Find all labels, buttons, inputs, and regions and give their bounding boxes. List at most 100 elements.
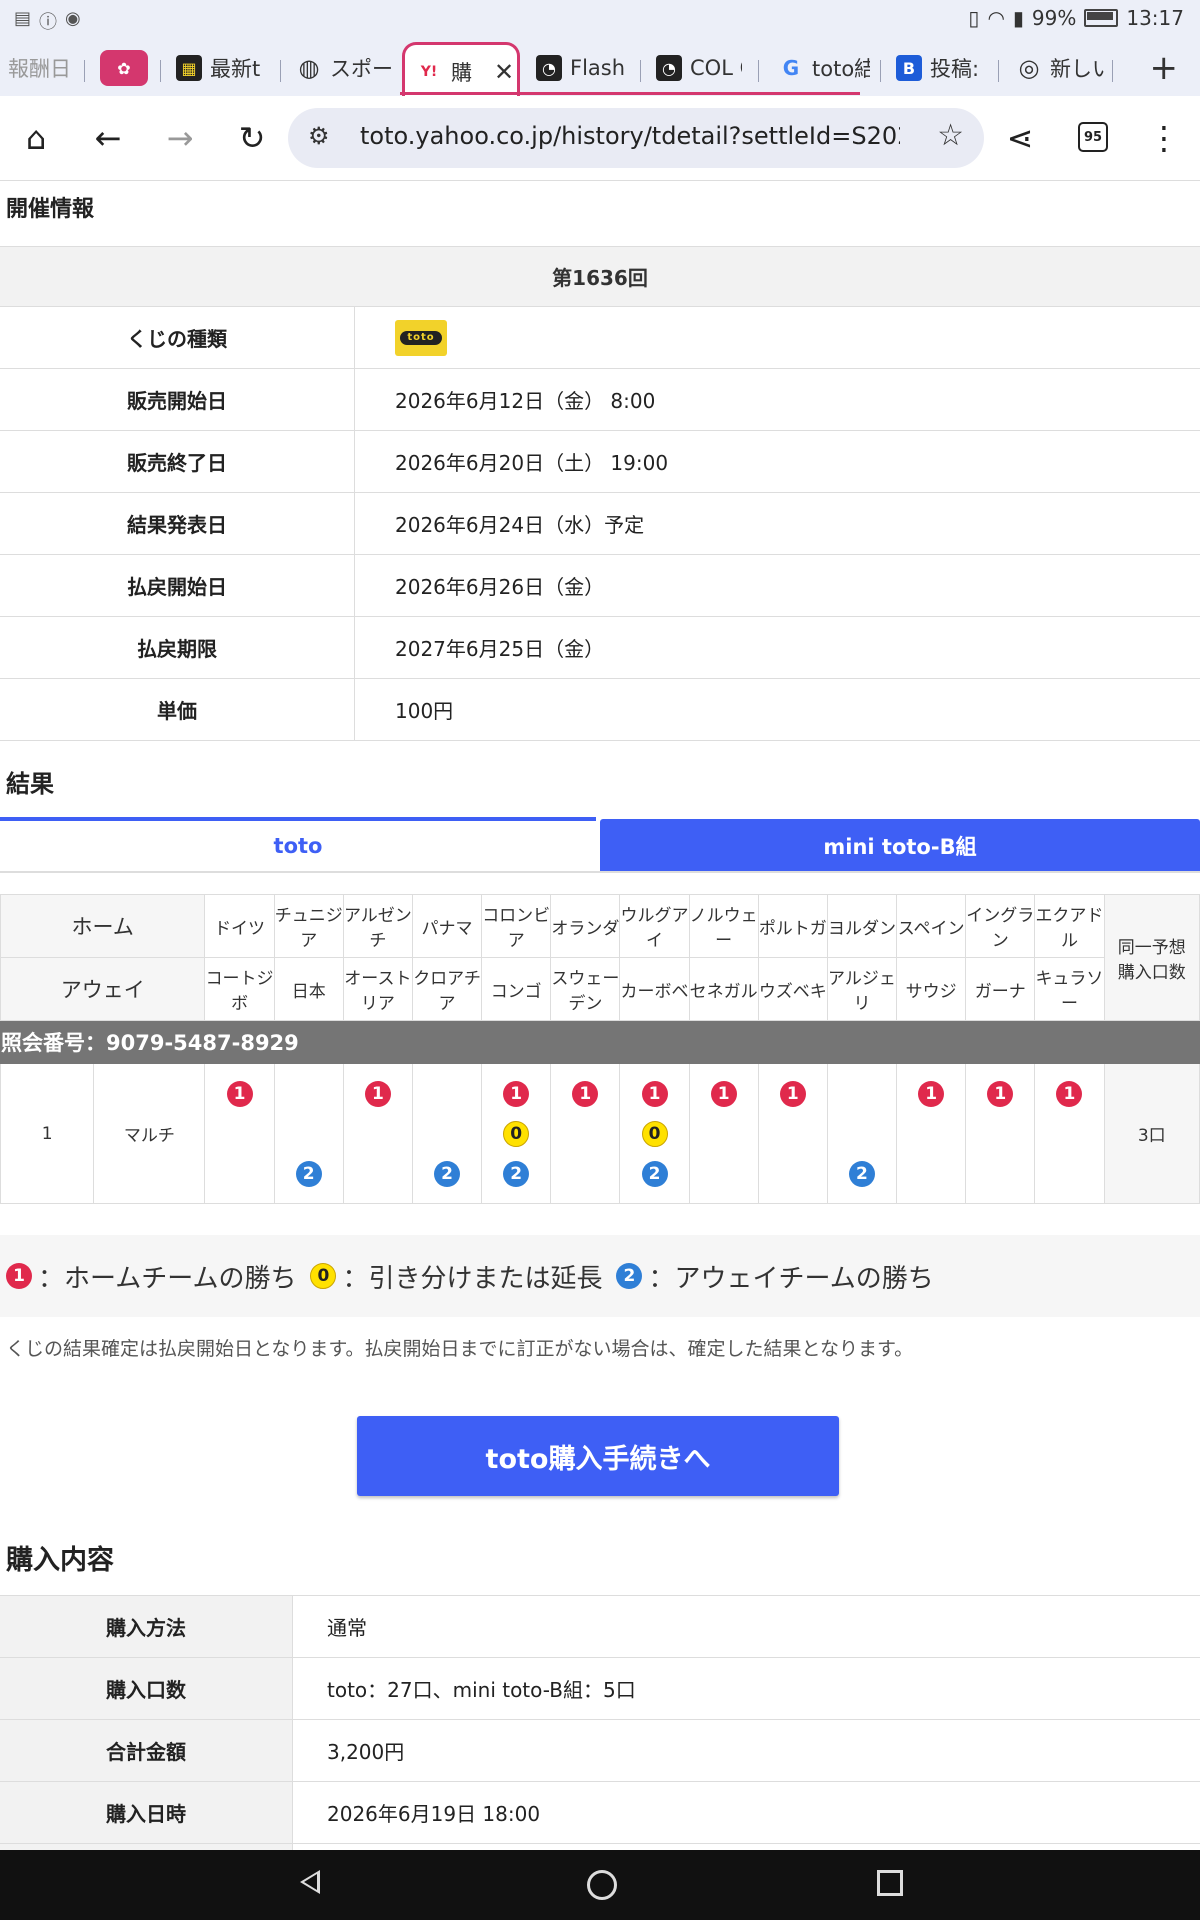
home-team: ヨルダン (826, 894, 898, 958)
home-team: オランダ (550, 894, 621, 958)
nav-home-icon[interactable] (587, 1870, 617, 1900)
nav-back-icon[interactable] (300, 1870, 320, 1894)
away-team: ガーナ (965, 957, 1036, 1021)
purchase-value: toto：27口、mini toto-B組：5口 (292, 1657, 1200, 1720)
tab-count-button[interactable]: 95 (1078, 122, 1108, 152)
tab-10[interactable]: ◎ 新しい (1016, 46, 1104, 90)
menu-icon[interactable]: ⋮ (1144, 118, 1184, 158)
result-grid: ホーム ドイツ チュニジア アルゼンチ パナマ コロンビア オランダ ウルグアイ… (0, 894, 1200, 1204)
blog-icon: B (896, 55, 922, 81)
away-team: セネガル (688, 957, 759, 1021)
chrome-icon: ◎ (1018, 54, 1040, 82)
away-team: カーボベ (619, 957, 690, 1021)
away-team: コートジボ (204, 957, 275, 1021)
reference-number: 照会番号：9079-5487-8929 (0, 1020, 1200, 1064)
share-icon[interactable]: ⋖ (1000, 118, 1040, 158)
same-count-label-1: 同一予想 (1117, 937, 1186, 958)
page-content: 開催情報 第1636回 くじの種類 toto 販売開始日 2026年6月12日（金… (0, 181, 1200, 1850)
tab-5-active[interactable]: Y! 購 ✕ (402, 42, 520, 99)
draw-badge: 0 (310, 1263, 337, 1289)
round-number: 第1636回 (0, 246, 1200, 307)
legend-away-win: ：アウェイチームの勝ち (648, 1263, 934, 1294)
reload-icon[interactable]: ↻ (232, 118, 272, 158)
url-text[interactable]: toto.yahoo.co.jp/history/tdetail?settleI… (360, 122, 900, 150)
home-team: パナマ (411, 894, 483, 958)
away-team: アルジェリ (826, 957, 898, 1021)
home-team: スペイン (896, 894, 967, 958)
kaisai-label: 払戻開始日 (0, 554, 355, 617)
tab-6[interactable]: ◔ Flash (536, 46, 636, 90)
nav-recents-icon[interactable] (877, 1870, 903, 1896)
battery-text: 99% (1031, 6, 1077, 30)
home-team: アルゼンチ (342, 894, 413, 958)
tab-2[interactable]: ✿ (100, 46, 150, 90)
kaisai-label: くじの種類 (0, 306, 355, 369)
tab-1[interactable]: 報酬日 (8, 46, 76, 90)
tab-title: 最新t (210, 57, 261, 81)
away-team: コンゴ (481, 957, 552, 1021)
tab-8[interactable]: Gtoto結 (778, 46, 870, 90)
pick-cell: 1 (896, 1063, 967, 1204)
home-win-badge: 1 (503, 1080, 530, 1107)
kaisai-label: 結果発表日 (0, 492, 355, 555)
away-team: 日本 (273, 957, 344, 1021)
purchase-table: 購入方法 通常 購入口数 toto：27口、mini toto-B組：5口 合計金額… (0, 1595, 1200, 1850)
tab-group-line (400, 92, 860, 95)
purchase-label: 合計金額 (0, 1719, 293, 1782)
globe-icon: ◍ (298, 54, 320, 82)
close-icon[interactable]: ✕ (494, 58, 514, 86)
away-win-badge: 2 (616, 1263, 643, 1289)
tab-7[interactable]: ◔ COL C (656, 46, 742, 90)
status-right: ▯ ◠ ▮ 99% 13:17 (968, 6, 1184, 30)
tab-4[interactable]: ◍ スポー (296, 46, 394, 90)
tab-separator (640, 60, 641, 82)
tab-separator (160, 60, 161, 82)
status-bar: ▤ ⓘ ◉ ▯ ◠ ▮ 99% 13:17 (0, 0, 1200, 38)
tab-mini-toto-b[interactable]: mini toto-B組 (600, 819, 1200, 873)
forward-icon[interactable]: → (160, 118, 200, 158)
new-tab-icon[interactable]: + (1150, 48, 1179, 88)
home-win-badge: 1 (918, 1080, 945, 1107)
away-team: オーストリア (342, 957, 413, 1021)
draw-badge: 0 (503, 1120, 530, 1147)
tab-9[interactable]: B 投稿: (896, 46, 992, 90)
star-icon[interactable]: ☆ (937, 118, 964, 153)
col-icon: ◔ (656, 55, 682, 81)
legend-home-win: ：ホームチームの勝ち (38, 1263, 297, 1294)
kaisai-label: 払戻期限 (0, 616, 355, 679)
toto-logo-text: toto (400, 330, 442, 345)
home-team: ノルウェー (688, 894, 759, 958)
battery-icon (1084, 9, 1119, 27)
tab-3[interactable]: ▦ 最新t (176, 46, 276, 90)
kaisai-label: 単価 (0, 678, 355, 741)
legend-draw: ：引き分けまたは延長 (342, 1263, 603, 1294)
away-team: スウェーデン (550, 957, 621, 1021)
address-bar[interactable]: ⚙ toto.yahoo.co.jp/history/tdetail?settl… (288, 108, 984, 168)
home-win-badge: 1 (6, 1263, 32, 1289)
buy-toto-button[interactable]: toto購入手続きへ (357, 1416, 839, 1496)
tab-separator (84, 60, 85, 82)
tab-title: 購 (451, 61, 472, 85)
home-icon[interactable]: ⌂ (16, 118, 56, 158)
pick-cell: 2 (411, 1063, 483, 1204)
away-team: ウズベキ (757, 957, 828, 1021)
section-kaisai-title: 開催情報 (6, 197, 95, 222)
pick-cell: 1 0 2 (481, 1063, 552, 1204)
away-win-badge: 2 (848, 1160, 875, 1187)
back-icon[interactable]: ← (88, 118, 128, 158)
pick-cell: 1 (965, 1063, 1036, 1204)
tab-title: toto結 (812, 57, 870, 81)
toto-logo: toto (395, 319, 447, 356)
tab-toto[interactable]: toto (0, 817, 596, 871)
home-team: チュニジア (273, 894, 344, 958)
tab-title: スポー (330, 57, 393, 81)
home-team: ポルトガ (757, 894, 828, 958)
site-settings-icon[interactable]: ⚙ (308, 122, 330, 150)
home-win-badge: 1 (1056, 1080, 1083, 1107)
clock: 13:17 (1126, 6, 1184, 30)
browser-toolbar: ⌂ ← → ↻ ⚙ toto.yahoo.co.jp/history/tdeta… (0, 96, 1200, 181)
purchase-value: 2026年6月19日 18:00 (292, 1781, 1200, 1844)
kaisai-value: 2027年6月25日（金） (354, 616, 1200, 679)
tab-title: 投稿: (930, 57, 980, 81)
tab-title: 新しい (1050, 57, 1104, 81)
